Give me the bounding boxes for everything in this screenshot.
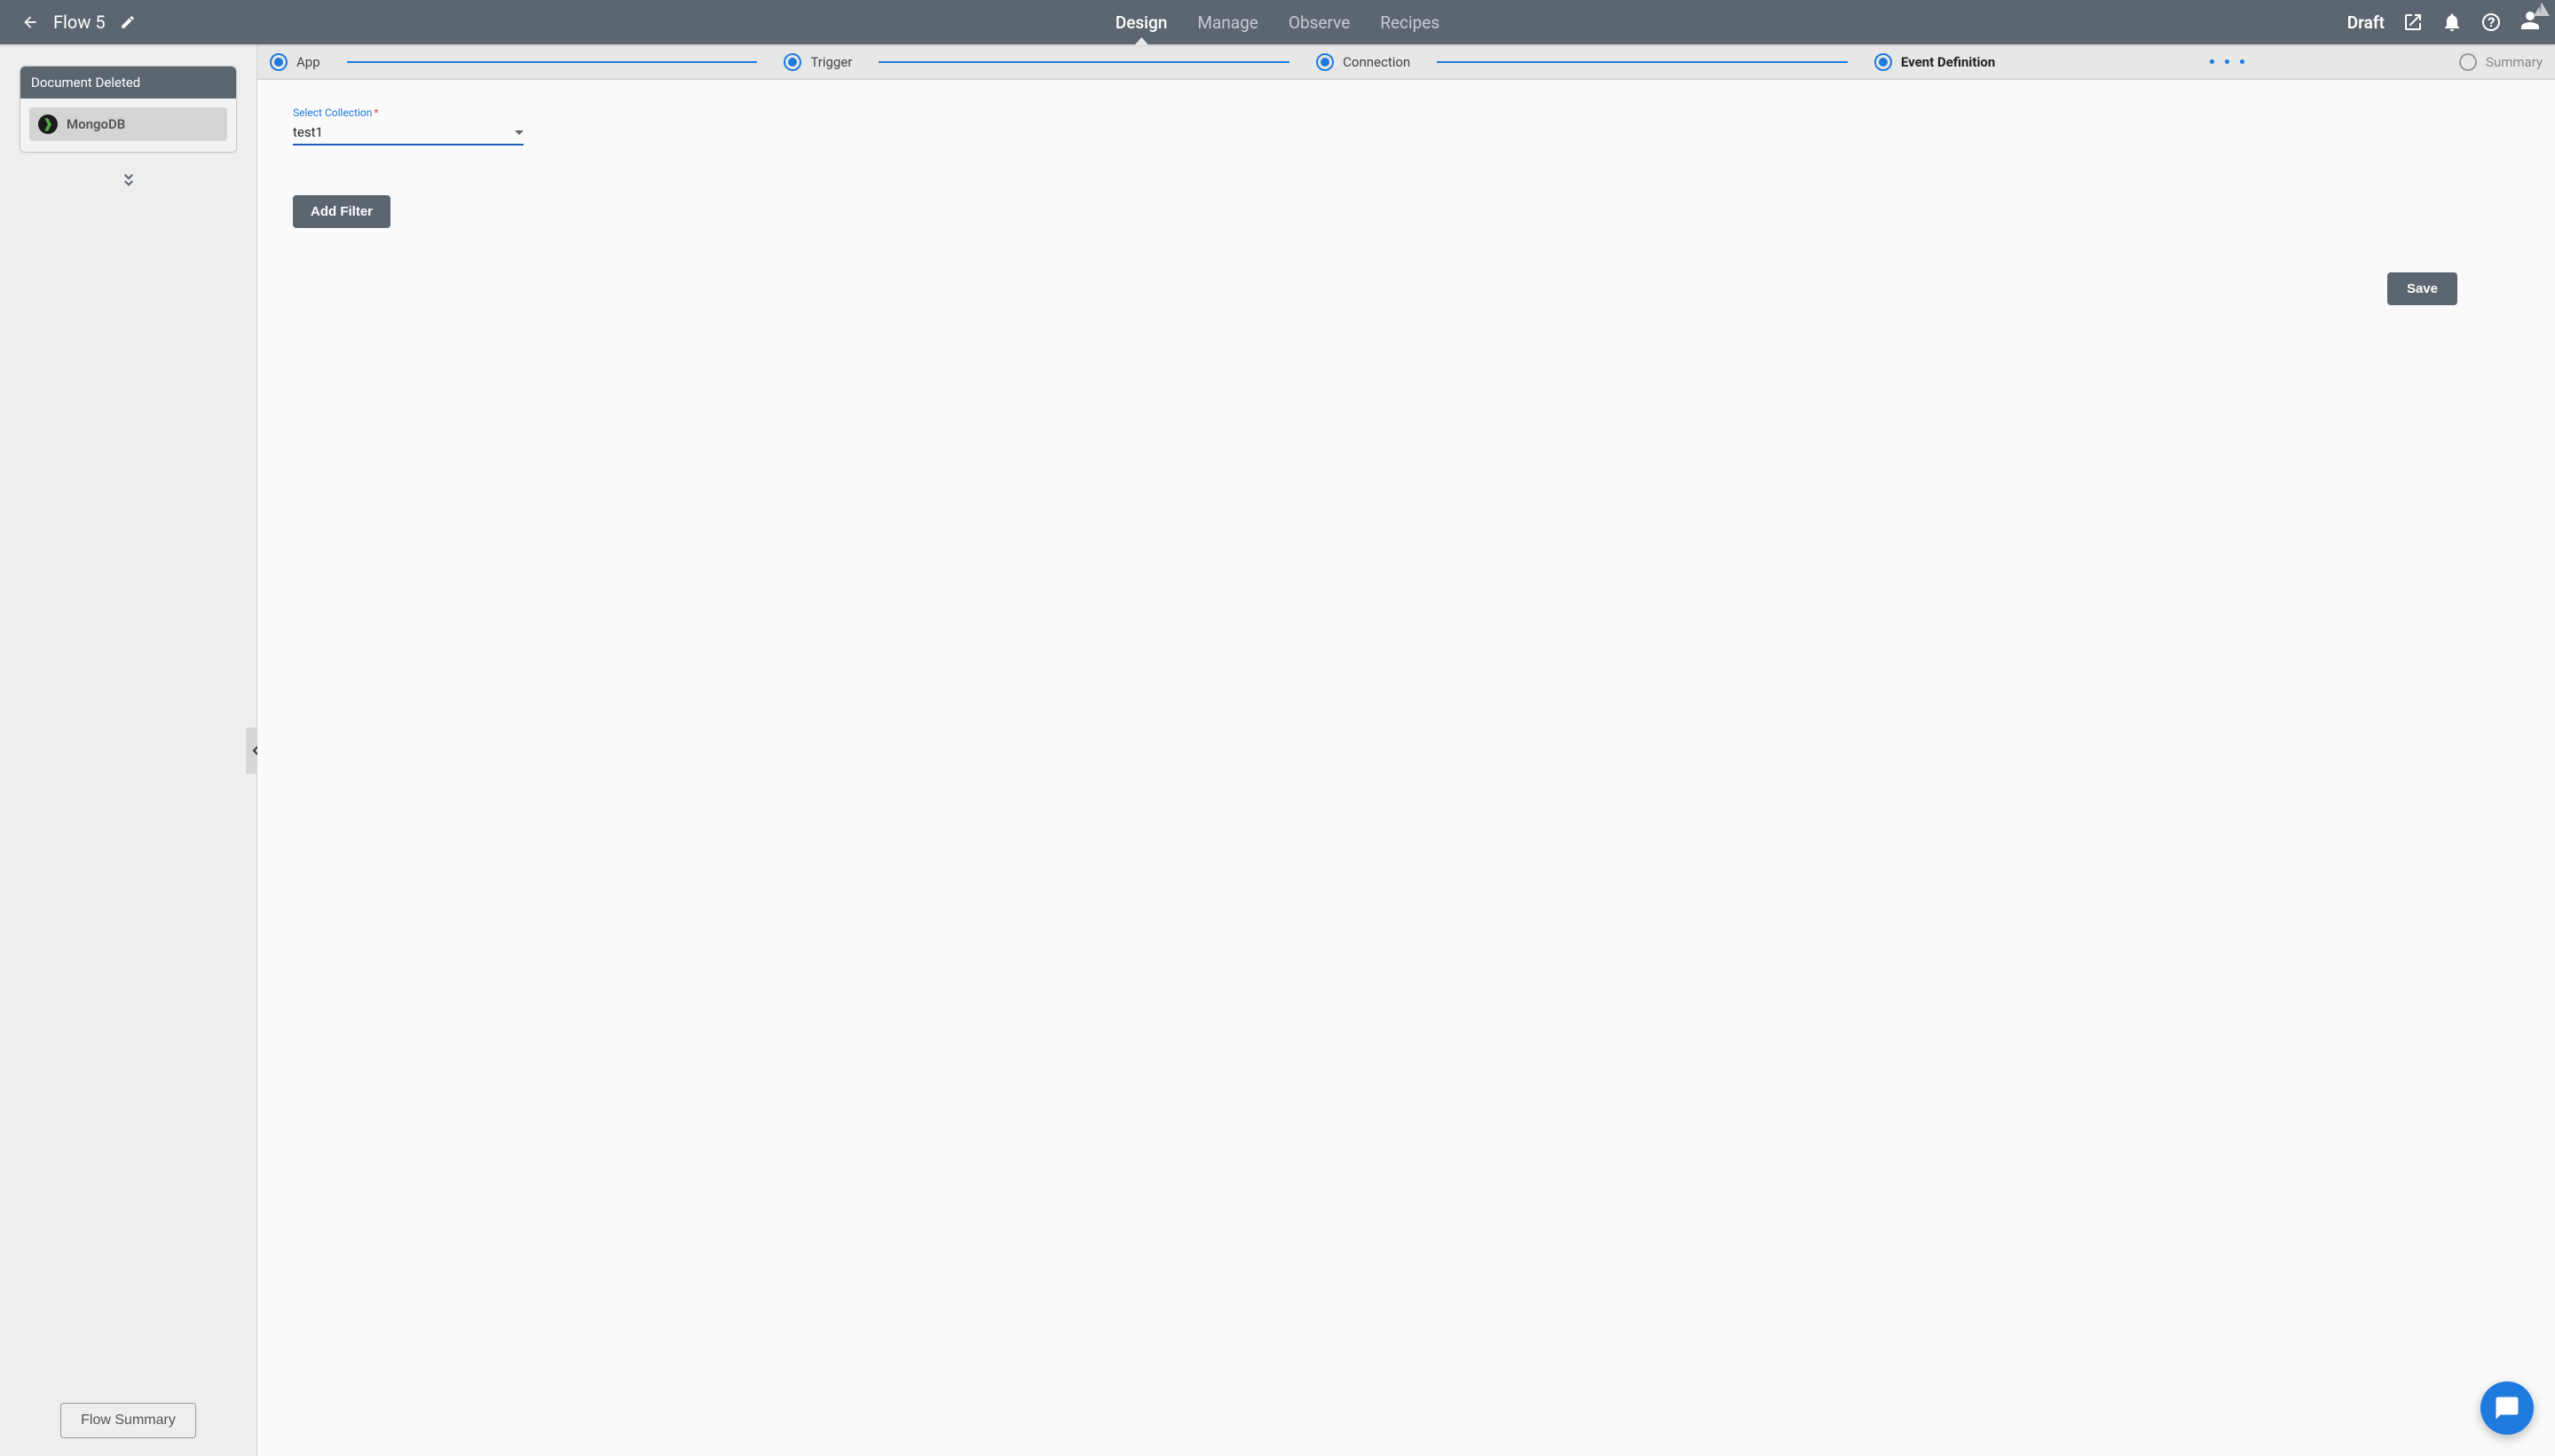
step-connection-label: Connection bbox=[1343, 54, 1410, 70]
step-event-definition[interactable]: Event Definition bbox=[1874, 53, 1995, 71]
notifications-icon[interactable] bbox=[2441, 12, 2463, 33]
stepper: App Trigger Connection Event Definition bbox=[257, 44, 2555, 80]
chevrons-down-icon bbox=[121, 172, 137, 190]
tab-observe[interactable]: Observe bbox=[1287, 0, 1352, 44]
step-trigger-label: Trigger bbox=[810, 54, 852, 70]
select-collection-label: Select Collection* bbox=[293, 106, 524, 119]
caret-down-icon bbox=[515, 130, 524, 135]
tab-design[interactable]: Design bbox=[1114, 0, 1170, 44]
add-filter-button[interactable]: Add Filter bbox=[293, 195, 390, 228]
flow-summary-button[interactable]: Flow Summary bbox=[60, 1403, 196, 1438]
body: Document Deleted ❱ MongoDB Flow Summary bbox=[0, 44, 2555, 1456]
select-collection-label-text: Select Collection bbox=[293, 106, 372, 119]
edit-pencil-icon[interactable] bbox=[120, 14, 136, 30]
step-app-label: App bbox=[296, 54, 320, 70]
expand-all-button[interactable] bbox=[121, 172, 137, 193]
topbar-tabs: Design Manage Observe Recipes bbox=[1114, 0, 1441, 44]
step-connector bbox=[1437, 61, 1848, 63]
required-asterisk: * bbox=[374, 106, 378, 119]
step-radio-icon bbox=[1874, 53, 1892, 71]
trigger-card[interactable]: Document Deleted ❱ MongoDB bbox=[20, 66, 237, 153]
step-radio-icon bbox=[1316, 53, 1334, 71]
main-panel: App Trigger Connection Event Definition bbox=[257, 44, 2555, 1456]
step-trigger[interactable]: Trigger bbox=[784, 53, 852, 71]
tab-manage[interactable]: Manage bbox=[1195, 0, 1260, 44]
external-link-icon[interactable] bbox=[2402, 12, 2424, 33]
back-arrow-icon[interactable] bbox=[21, 13, 39, 31]
top-bar: Flow 5 Design Manage Observe Recipes Dra… bbox=[0, 0, 2555, 44]
step-event-definition-label: Event Definition bbox=[1901, 54, 1995, 70]
step-connector bbox=[347, 61, 758, 63]
step-summary-label: Summary bbox=[2486, 54, 2543, 70]
event-definition-form: Select Collection* test1 Add Filter bbox=[257, 80, 2555, 255]
sidebar: Document Deleted ❱ MongoDB Flow Summary bbox=[0, 44, 257, 1456]
user-menu[interactable] bbox=[2520, 10, 2541, 35]
save-row: Save bbox=[257, 255, 2555, 305]
chat-fab[interactable] bbox=[2480, 1381, 2534, 1435]
trigger-card-title: Document Deleted bbox=[20, 67, 236, 98]
select-collection-field: Select Collection* test1 bbox=[293, 106, 524, 146]
flow-title: Flow 5 bbox=[53, 12, 106, 33]
step-app[interactable]: App bbox=[270, 53, 320, 71]
topbar-left: Flow 5 bbox=[21, 12, 136, 33]
step-radio-icon bbox=[270, 53, 288, 71]
step-radio-icon bbox=[2459, 53, 2477, 71]
step-connector bbox=[879, 61, 1289, 63]
select-collection-dropdown[interactable]: test1 bbox=[293, 119, 524, 146]
flow-status: Draft bbox=[2347, 12, 2385, 33]
step-summary[interactable]: Summary bbox=[2459, 53, 2543, 71]
trigger-app-name: MongoDB bbox=[67, 116, 125, 132]
help-icon[interactable] bbox=[2480, 12, 2502, 33]
mongodb-icon: ❱ bbox=[38, 114, 58, 134]
step-connection[interactable]: Connection bbox=[1316, 53, 1410, 71]
chat-bubble-icon bbox=[2494, 1395, 2520, 1421]
tab-recipes[interactable]: Recipes bbox=[1378, 0, 1441, 44]
select-collection-value: test1 bbox=[293, 124, 323, 140]
trigger-app-chip[interactable]: ❱ MongoDB bbox=[29, 107, 227, 141]
topbar-right: Draft bbox=[2347, 10, 2541, 35]
trigger-card-body: ❱ MongoDB bbox=[20, 98, 236, 152]
save-button[interactable]: Save bbox=[2387, 272, 2457, 305]
alert-badge-icon bbox=[2534, 3, 2550, 16]
step-connector-dotted bbox=[2022, 59, 2433, 64]
step-radio-icon bbox=[784, 53, 801, 71]
